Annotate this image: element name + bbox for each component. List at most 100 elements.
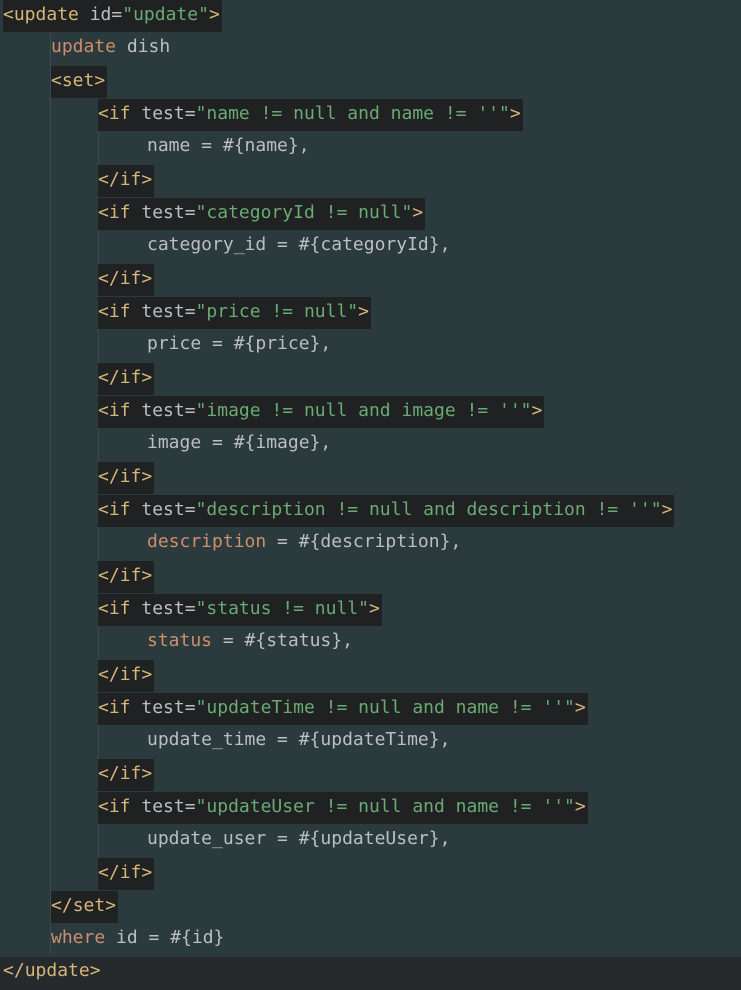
tag-highlight: </if> (98, 858, 155, 890)
sql-text: update_time = #{updateTime}, (147, 729, 451, 750)
tag-name: if (108, 598, 131, 619)
tag-name: if (108, 400, 131, 421)
tag-bracket: > (141, 565, 153, 586)
tag-bracket: < (98, 697, 109, 718)
tag-bracket: > (105, 895, 117, 916)
tag-name: if (119, 862, 142, 883)
tag-name: set (61, 70, 95, 91)
code-line-assignment[interactable]: update_user = #{updateUser}, (0, 825, 450, 858)
code-line-assignment[interactable]: status = #{status}, (0, 627, 353, 660)
code-line-assignment[interactable]: category_id = #{categoryId}, (0, 231, 450, 264)
tag-bracket: > (412, 202, 424, 223)
code-line-if-open[interactable]: <if test="categoryId != null"> (0, 198, 426, 231)
tag-bracket: </ (98, 169, 120, 190)
code-line-set-close[interactable]: </set> (0, 891, 119, 924)
tag-bracket: < (98, 499, 109, 520)
tag-bracket: < (98, 796, 109, 817)
tag-highlight: <if test="price != null"> (98, 297, 371, 329)
code-line-assignment[interactable]: image = #{image}, (0, 429, 331, 462)
tag-name: if (108, 103, 131, 124)
code-line-if-close[interactable]: </if> (0, 759, 155, 792)
tag-name: if (119, 664, 142, 685)
code-editor[interactable]: <update id="update"> update dish <set> <if … (0, 0, 741, 990)
code-line-if-open[interactable]: <if test="status != null"> (0, 594, 382, 627)
code-line-set-open[interactable]: <set> (0, 66, 108, 99)
tag-bracket: > (141, 367, 153, 388)
sql-text: id = #{id} (105, 927, 225, 948)
code-line-assignment[interactable]: update_time = #{updateTime}, (0, 726, 450, 759)
equals: = (111, 4, 123, 25)
code-line-if-open[interactable]: <if test="image != null and image != ''"… (0, 396, 545, 429)
code-line-if-open[interactable]: <if test="name != null and name != ''"> (0, 99, 523, 132)
tag-bracket: > (208, 4, 220, 25)
tag-bracket: > (141, 466, 153, 487)
attribute-value: "description != null and description != … (195, 499, 662, 520)
sql-text: price = #{price}, (147, 333, 332, 354)
tag-bracket: </ (98, 367, 120, 388)
code-line-if-close[interactable]: </if> (0, 363, 155, 396)
attribute-value: "update" (122, 4, 209, 25)
tag-bracket: > (368, 598, 380, 619)
attribute-name: test (141, 499, 185, 520)
tag-bracket: </ (98, 664, 120, 685)
tag-name: if (119, 367, 142, 388)
tag-highlight: <if test="description != null and descri… (98, 495, 675, 527)
tag-bracket: < (98, 400, 109, 421)
tag-bracket: < (98, 202, 109, 223)
tag-name: if (119, 565, 142, 586)
equals: = (184, 598, 196, 619)
tag-bracket: > (531, 400, 543, 421)
tag-name: if (119, 169, 142, 190)
sql-keyword: update (51, 36, 117, 57)
code-line-update-open[interactable]: <update id="update"> (0, 0, 222, 33)
tag-highlight: <if test="updateUser != null and name !=… (98, 792, 588, 824)
equals: = (184, 400, 196, 421)
code-line-if-close[interactable]: </if> (0, 660, 155, 693)
code-line-if-close[interactable]: </if> (0, 561, 155, 594)
code-line-if-open[interactable]: <if test="updateUser != null and name !=… (0, 792, 588, 825)
tag-bracket: </ (98, 763, 120, 784)
tag-highlight: </if> (98, 165, 155, 197)
tag-bracket: < (98, 301, 109, 322)
code-line-if-open[interactable]: <if test="description != null and descri… (0, 495, 675, 528)
code-line-assignment[interactable]: name = #{name}, (0, 132, 310, 165)
code-line-if-open[interactable]: <if test="updateTime != null and name !=… (0, 693, 588, 726)
tag-name: if (108, 301, 131, 322)
tag-highlight: <set> (51, 66, 108, 98)
code-line-if-open[interactable]: <if test="price != null"> (0, 297, 371, 330)
sql-keyword: status (147, 630, 213, 651)
sql-text: dish (116, 36, 171, 57)
code-line-if-close[interactable]: </if> (0, 264, 155, 297)
tag-bracket: < (3, 4, 14, 25)
tag-name: if (108, 697, 131, 718)
code-line-assignment[interactable]: description = #{description}, (0, 528, 461, 561)
attribute-value: "updateUser != null and name != ''" (195, 796, 575, 817)
tag-bracket: </ (3, 960, 25, 981)
tag-name: update (24, 960, 90, 981)
code-line-update-close[interactable]: </update> (0, 957, 741, 990)
code-line-if-close[interactable]: </if> (0, 165, 155, 198)
attribute-value: "categoryId != null" (195, 202, 413, 223)
tag-bracket: < (98, 103, 109, 124)
attribute-name: test (141, 400, 185, 421)
attribute-value: "status != null" (195, 598, 369, 619)
tag-highlight: <if test="status != null"> (98, 594, 382, 626)
tag-bracket: > (509, 103, 521, 124)
code-line-if-close[interactable]: </if> (0, 462, 155, 495)
sql-text: update_user = #{updateUser}, (147, 828, 451, 849)
attribute-name: test (141, 103, 185, 124)
code-line-update-statement[interactable]: update dish (0, 33, 170, 66)
tag-bracket: > (141, 763, 153, 784)
code-line-assignment[interactable]: price = #{price}, (0, 330, 331, 363)
tag-bracket: > (574, 697, 586, 718)
code-line-if-close[interactable]: </if> (0, 858, 155, 891)
tag-bracket: </ (51, 895, 73, 916)
code-line-where[interactable]: where id = #{id} (0, 924, 224, 957)
tag-name: if (108, 499, 131, 520)
tag-highlight: <if test="updateTime != null and name !=… (98, 693, 588, 725)
